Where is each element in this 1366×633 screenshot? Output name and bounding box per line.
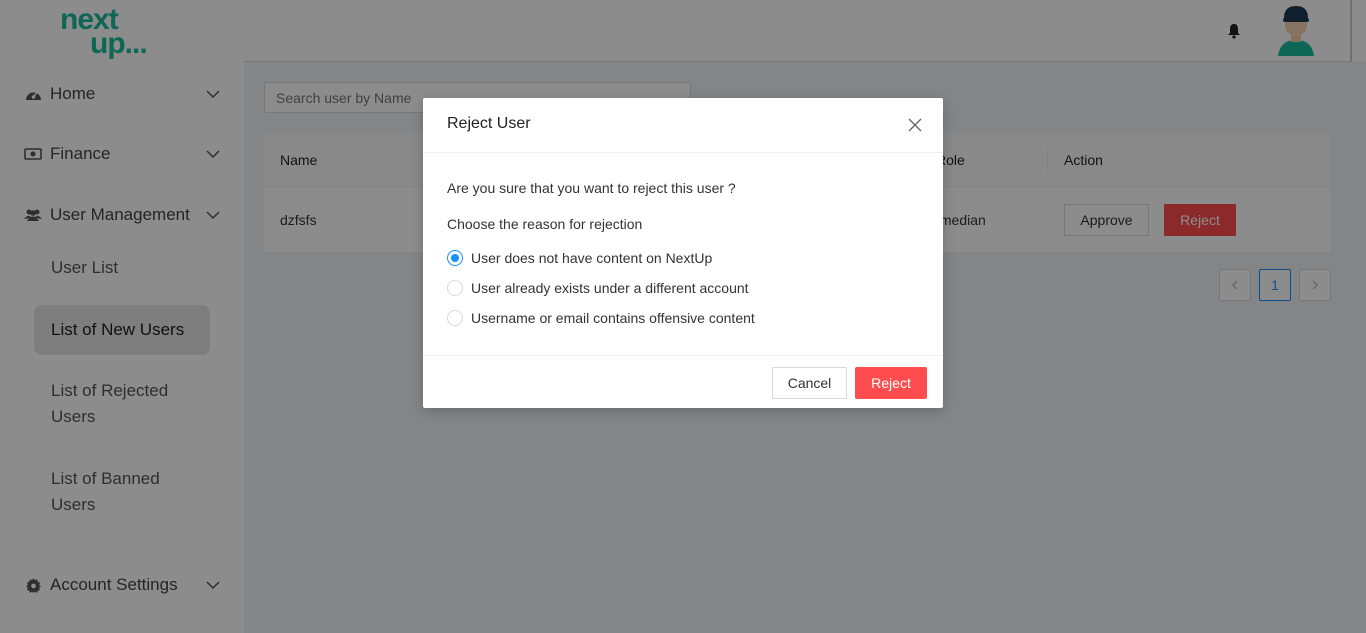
reject-button[interactable]: Reject	[855, 367, 927, 399]
reason-option-offensive[interactable]: Username or email contains offensive con…	[447, 310, 755, 326]
reason-option-label: Username or email contains offensive con…	[471, 310, 755, 326]
modal-title: Reject User	[447, 115, 531, 132]
confirm-question: Are you sure that you want to reject thi…	[447, 180, 736, 196]
radio-button[interactable]	[447, 280, 463, 296]
close-icon[interactable]	[905, 115, 925, 135]
radio-button[interactable]	[447, 310, 463, 326]
reason-label: Choose the reason for rejection	[447, 216, 643, 232]
modal-footer: Cancel Reject	[423, 355, 943, 408]
reason-option-no-content[interactable]: User does not have content on NextUp	[447, 250, 712, 266]
radio-button[interactable]	[447, 250, 463, 266]
reason-option-label: User already exists under a different ac…	[471, 280, 749, 296]
reason-option-duplicate-account[interactable]: User already exists under a different ac…	[447, 280, 749, 296]
reject-user-dialog: Reject User Are you sure that you want t…	[423, 98, 943, 408]
reason-option-label: User does not have content on NextUp	[471, 250, 713, 266]
modal-header: Reject User	[423, 98, 943, 153]
cancel-button[interactable]: Cancel	[772, 367, 847, 399]
